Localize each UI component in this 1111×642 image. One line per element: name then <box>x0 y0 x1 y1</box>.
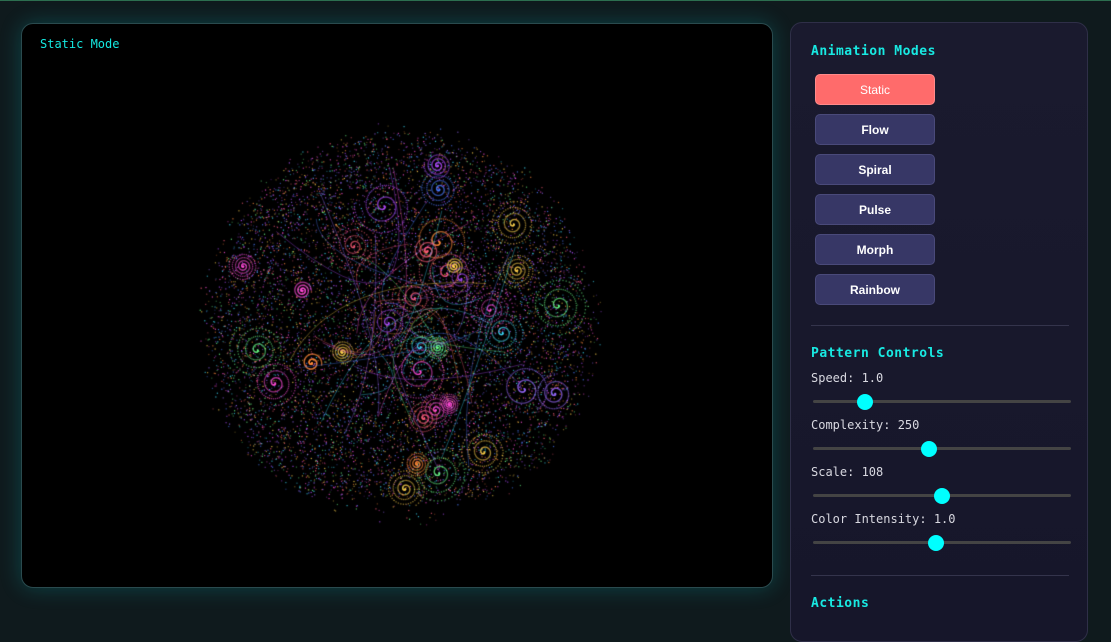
flow-mode-button[interactable]: Flow <box>815 114 935 145</box>
slider-thumb[interactable] <box>934 488 950 504</box>
section-divider <box>811 325 1069 326</box>
slider-track <box>813 400 1071 403</box>
window-top-border <box>0 0 1111 1</box>
spiral-mode-button[interactable]: Spiral <box>815 154 935 185</box>
slider-thumb[interactable] <box>856 394 873 410</box>
slider-track <box>813 447 1071 450</box>
pattern-controls-title: Pattern Controls <box>811 346 945 361</box>
slider-thumb[interactable] <box>921 441 938 457</box>
static-mode-button[interactable]: Static <box>815 74 935 105</box>
color-intensity-label: Color Intensity: 1.0 <box>811 512 956 526</box>
rainbow-mode-button[interactable]: Rainbow <box>815 274 935 305</box>
actions-title: Actions <box>811 596 870 611</box>
animation-modes-title: Animation Modes <box>811 44 936 59</box>
complexity-label: Complexity: 250 <box>811 418 920 432</box>
scale-slider[interactable] <box>813 488 1071 504</box>
section-divider <box>811 575 1069 576</box>
control-panel: Animation Modes Static Flow Spiral Pulse… <box>790 22 1088 642</box>
visualization-canvas-panel[interactable]: Static Mode <box>21 23 773 588</box>
color-intensity-slider[interactable] <box>813 535 1071 551</box>
particle-art-canvas[interactable] <box>22 24 772 587</box>
pulse-mode-button[interactable]: Pulse <box>815 194 935 225</box>
complexity-slider[interactable] <box>813 441 1071 457</box>
slider-thumb[interactable] <box>927 535 944 551</box>
speed-slider[interactable] <box>813 394 1071 410</box>
mode-indicator: Static Mode <box>40 37 120 51</box>
scale-label: Scale: 108 <box>811 465 884 479</box>
morph-mode-button[interactable]: Morph <box>815 234 935 265</box>
speed-label: Speed: 1.0 <box>811 371 884 385</box>
